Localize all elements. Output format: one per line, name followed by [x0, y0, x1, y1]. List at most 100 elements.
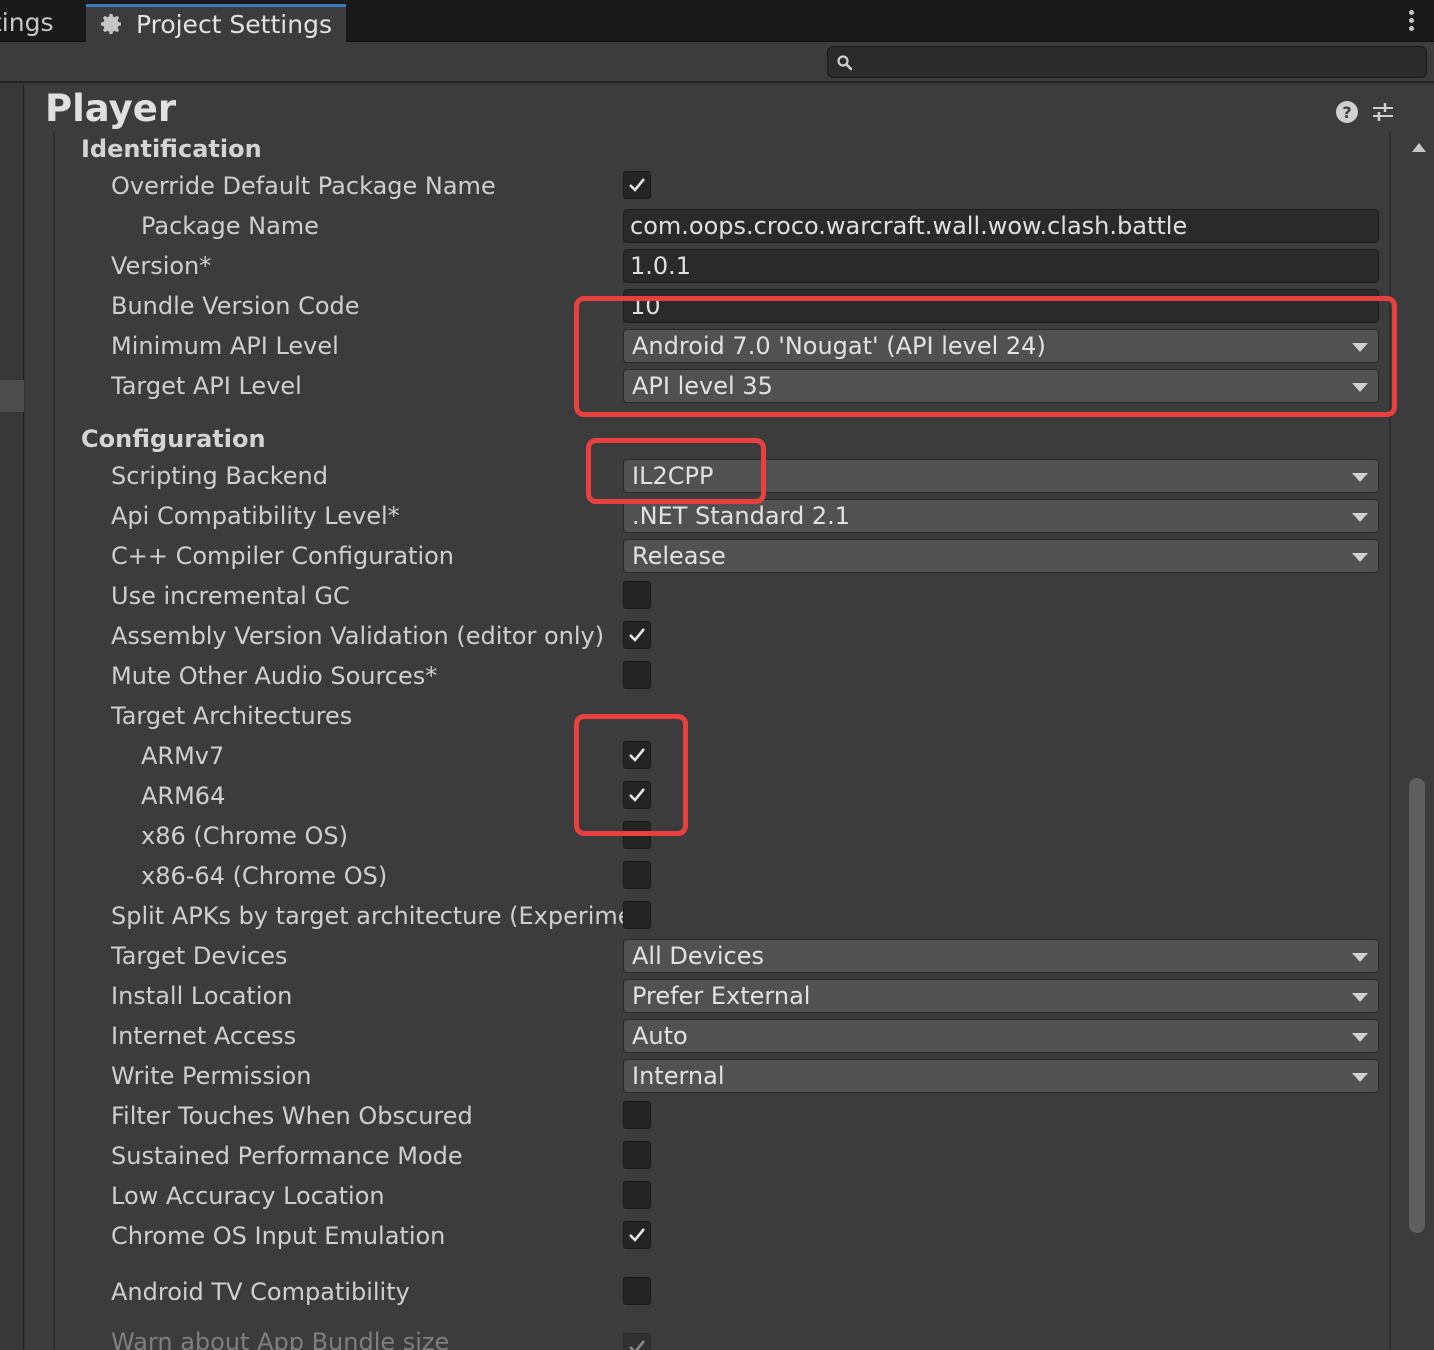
checkmark-icon	[629, 748, 646, 762]
dropdown-arrow-icon	[1352, 343, 1368, 352]
install-location-value: Prefer External	[632, 982, 811, 1010]
section-identification: Identification	[81, 135, 262, 163]
search-input[interactable]	[862, 49, 1412, 75]
sustained-performance-checkbox[interactable]	[623, 1141, 651, 1169]
warn-app-bundle-size-label: Warn about App Bundle size	[111, 1328, 450, 1350]
low-accuracy-location-checkbox[interactable]	[623, 1181, 651, 1209]
sustained-performance-label: Sustained Performance Mode	[111, 1142, 463, 1170]
tab-label: Project Settings	[135, 10, 332, 39]
toolbar	[0, 42, 1434, 83]
scripting-backend-value: IL2CPP	[632, 462, 714, 490]
internet-access-label: Internet Access	[111, 1022, 297, 1050]
filter-touches-checkbox[interactable]	[623, 1101, 651, 1129]
package-name-field[interactable]: com.oops.croco.warcraft.wall.wow.clash.b…	[623, 209, 1379, 243]
armv7-label: ARMv7	[141, 742, 225, 770]
bundle-version-code-field[interactable]: 10	[623, 289, 1379, 323]
mute-other-audio-checkbox[interactable]	[623, 661, 651, 689]
android-tv-checkbox[interactable]	[623, 1277, 651, 1305]
tab-project-settings[interactable]: Project Settings	[86, 4, 346, 42]
target-api-level-label: Target API Level	[111, 372, 302, 400]
selected-category-highlight	[0, 380, 24, 412]
kebab-menu-icon[interactable]	[1406, 8, 1416, 36]
override-package-name-checkbox[interactable]	[623, 171, 651, 199]
settings-category-list[interactable]	[0, 85, 24, 1350]
svg-text:?: ?	[1342, 103, 1351, 122]
checkmark-icon	[629, 628, 646, 642]
target-api-level-value: API level 35	[632, 372, 773, 400]
section-configuration: Configuration	[81, 425, 266, 453]
incremental-gc-label: Use incremental GC	[111, 582, 350, 610]
filter-touches-label: Filter Touches When Obscured	[111, 1102, 473, 1130]
warn-app-bundle-size-checkbox[interactable]	[623, 1333, 651, 1350]
version-label: Version*	[111, 252, 212, 280]
minimum-api-level-dropdown[interactable]: Android 7.0 'Nougat' (API level 24)	[623, 329, 1379, 363]
arm64-label: ARM64	[141, 782, 226, 810]
api-compatibility-value: .NET Standard 2.1	[632, 502, 851, 530]
target-api-level-dropdown[interactable]: API level 35	[623, 369, 1379, 403]
settings-content: Identification Override Default Package …	[53, 131, 1391, 1350]
cpp-compiler-config-label: C++ Compiler Configuration	[111, 542, 455, 570]
checkmark-icon	[629, 178, 646, 192]
window-tab-bar: tings Project Settings	[0, 0, 1434, 42]
search-icon	[837, 55, 853, 71]
gear-icon	[100, 7, 128, 42]
internet-access-value: Auto	[632, 1022, 688, 1050]
x86-64-checkbox[interactable]	[623, 861, 651, 889]
api-compatibility-dropdown[interactable]: .NET Standard 2.1	[623, 499, 1379, 533]
help-icon[interactable]: ?	[1334, 99, 1360, 125]
scripting-backend-label: Scripting Backend	[111, 462, 328, 490]
checkmark-icon	[629, 1340, 646, 1350]
incremental-gc-checkbox[interactable]	[623, 581, 651, 609]
x86-checkbox[interactable]	[623, 821, 651, 849]
assembly-version-validation-checkbox[interactable]	[623, 621, 651, 649]
x86-64-label: x86-64 (Chrome OS)	[141, 862, 388, 890]
player-settings-panel: Player ? Identification Override Default…	[25, 85, 1434, 1350]
install-location-label: Install Location	[111, 982, 293, 1010]
dropdown-arrow-icon	[1352, 993, 1368, 1002]
scroll-up-arrow-icon[interactable]	[1412, 143, 1426, 152]
cpp-compiler-config-dropdown[interactable]: Release	[623, 539, 1379, 573]
search-field[interactable]	[827, 46, 1427, 78]
tab-previous[interactable]: tings	[0, 4, 84, 42]
low-accuracy-location-label: Low Accuracy Location	[111, 1182, 385, 1210]
dropdown-arrow-icon	[1352, 383, 1368, 392]
arm64-checkbox[interactable]	[623, 781, 651, 809]
page-title: Player	[45, 87, 177, 130]
dropdown-arrow-icon	[1352, 553, 1368, 562]
split-apks-checkbox[interactable]	[623, 901, 651, 929]
target-devices-dropdown[interactable]: All Devices	[623, 939, 1379, 973]
mute-other-audio-label: Mute Other Audio Sources*	[111, 662, 438, 690]
dropdown-arrow-icon	[1352, 1073, 1368, 1082]
bundle-version-code-label: Bundle Version Code	[111, 292, 360, 320]
minimum-api-level-label: Minimum API Level	[111, 332, 339, 360]
dropdown-arrow-icon	[1352, 1033, 1368, 1042]
scripting-backend-dropdown[interactable]: IL2CPP	[623, 459, 1379, 493]
version-field[interactable]: 1.0.1	[623, 249, 1379, 283]
checkmark-icon	[629, 788, 646, 802]
target-devices-value: All Devices	[632, 942, 764, 970]
assembly-version-validation-label: Assembly Version Validation (editor only…	[111, 622, 605, 650]
dropdown-arrow-icon	[1352, 513, 1368, 522]
x86-label: x86 (Chrome OS)	[141, 822, 348, 850]
armv7-checkbox[interactable]	[623, 741, 651, 769]
preset-sliders-icon[interactable]	[1370, 99, 1396, 125]
dropdown-arrow-icon	[1352, 473, 1368, 482]
chrome-os-input-label: Chrome OS Input Emulation	[111, 1222, 446, 1250]
api-compatibility-label: Api Compatibility Level*	[111, 502, 400, 530]
checkmark-icon	[629, 1228, 646, 1242]
chrome-os-input-checkbox[interactable]	[623, 1221, 651, 1249]
minimum-api-level-value: Android 7.0 'Nougat' (API level 24)	[632, 332, 1046, 360]
target-architectures-label: Target Architectures	[111, 702, 353, 730]
dropdown-arrow-icon	[1352, 953, 1368, 962]
write-permission-label: Write Permission	[111, 1062, 312, 1090]
android-tv-label: Android TV Compatibility	[111, 1278, 410, 1306]
write-permission-value: Internal	[632, 1062, 725, 1090]
write-permission-dropdown[interactable]: Internal	[623, 1059, 1379, 1093]
scrollbar-thumb[interactable]	[1409, 778, 1425, 1233]
internet-access-dropdown[interactable]: Auto	[623, 1019, 1379, 1053]
install-location-dropdown[interactable]: Prefer External	[623, 979, 1379, 1013]
package-name-label: Package Name	[141, 212, 319, 240]
override-package-name-label: Override Default Package Name	[111, 172, 496, 200]
split-apks-label: Split APKs by target architecture (Exper…	[111, 902, 623, 930]
vertical-scrollbar[interactable]	[1406, 85, 1434, 1350]
